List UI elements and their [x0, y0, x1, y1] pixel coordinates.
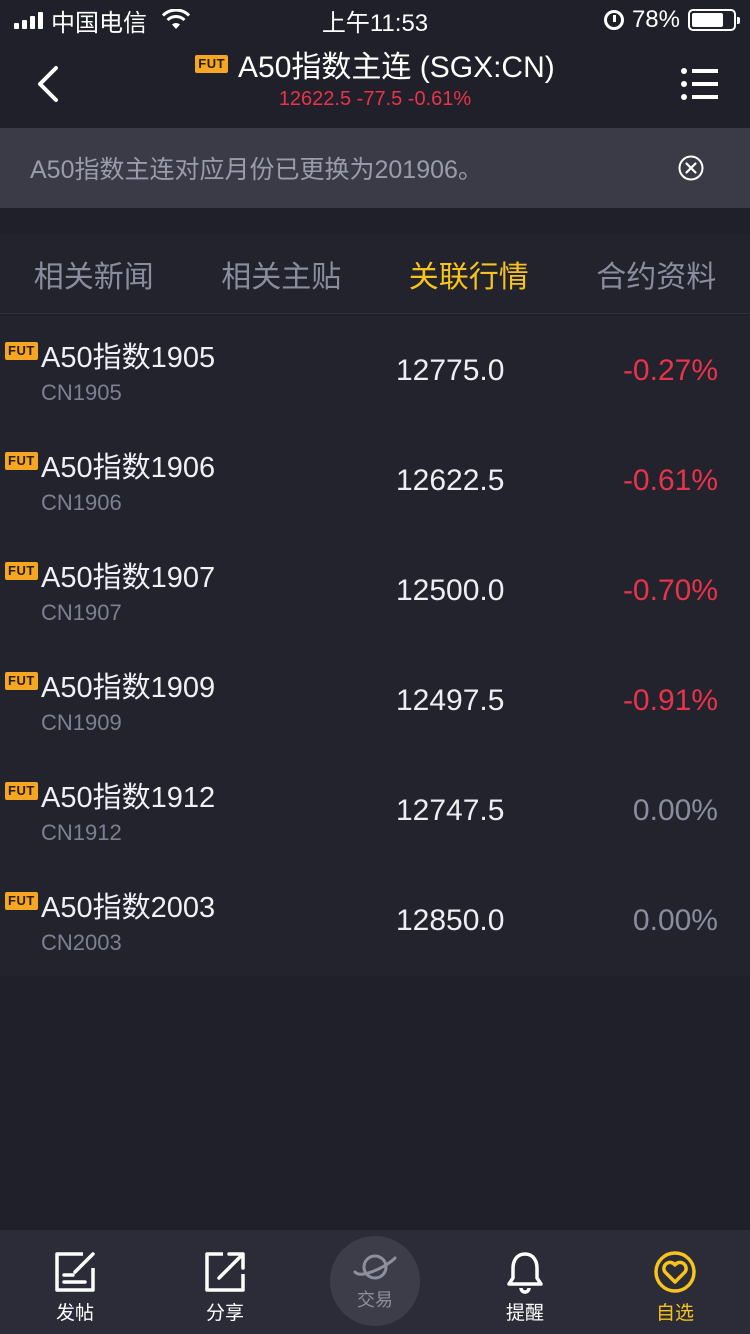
- post-label: 发帖: [55, 1303, 94, 1324]
- list-item[interactable]: FUT A50指数1906 CN1906 12622.5 -0.61%: [0, 426, 750, 536]
- fut-badge: FUT: [5, 342, 38, 360]
- tab-related-posts[interactable]: 相关主贴: [188, 234, 376, 313]
- compose-icon: [55, 1252, 95, 1292]
- contract-list: FUT A50指数1905 CN1905 12775.0 -0.27% FUT …: [0, 316, 750, 976]
- alarm-icon: [603, 10, 624, 30]
- status-right: 78%: [603, 6, 740, 34]
- contract-change: 0.00%: [632, 904, 718, 937]
- watchlist-button[interactable]: 自选: [600, 1230, 750, 1334]
- contract-price: 12775.0: [396, 354, 505, 387]
- list-item[interactable]: FUT A50指数1907 CN1907 12500.0 -0.70%: [0, 536, 750, 646]
- signal-icon: [14, 11, 43, 29]
- fut-badge: FUT: [5, 562, 38, 580]
- alert-button[interactable]: 提醒: [450, 1230, 600, 1334]
- share-button[interactable]: 分享: [150, 1230, 300, 1334]
- contract-code: CN2003: [41, 930, 122, 955]
- page-title-text: A50指数主连 (SGX:CN): [238, 51, 555, 84]
- planet-icon: [353, 1254, 397, 1280]
- battery-percent: 78%: [631, 6, 680, 33]
- post-button[interactable]: 发帖: [0, 1230, 150, 1334]
- tab-related-news[interactable]: 相关新闻: [0, 234, 188, 313]
- contract-name: A50指数1907: [41, 562, 216, 594]
- fut-badge: FUT: [5, 892, 38, 910]
- page-title: FUT A50指数主连 (SGX:CN): [0, 42, 750, 86]
- fut-badge: FUT: [5, 672, 38, 690]
- tab-bar: 相关新闻 相关主贴 关联行情 合约资料: [0, 234, 750, 314]
- quote-summary: 12622.5 -77.5 -0.61%: [278, 88, 472, 110]
- share-icon: [205, 1252, 245, 1292]
- contract-change: -0.91%: [622, 684, 718, 717]
- notice-banner: A50指数主连对应月份已更换为201906。: [0, 128, 750, 208]
- contract-change: 0.00%: [632, 794, 718, 827]
- bottom-tab-bar: 发帖 分享 交易 提醒 自选: [0, 1230, 750, 1334]
- contract-change: -0.70%: [622, 574, 718, 607]
- fut-badge: FUT: [195, 55, 229, 73]
- notice-text: A50指数主连对应月份已更换为201906。: [30, 156, 483, 184]
- contract-name: A50指数1909: [41, 672, 216, 704]
- share-label: 分享: [205, 1303, 244, 1324]
- contract-name: A50指数1906: [41, 452, 216, 484]
- alert-label: 提醒: [505, 1303, 544, 1324]
- contract-code: CN1909: [41, 710, 122, 735]
- contract-price: 12500.0: [396, 574, 505, 607]
- list-item[interactable]: FUT A50指数1912 CN1912 12747.5 0.00%: [0, 756, 750, 866]
- contract-code: CN1907: [41, 600, 122, 625]
- trade-button[interactable]: 交易: [300, 1230, 450, 1334]
- list-menu-icon[interactable]: [680, 66, 720, 102]
- watchlist-label: 自选: [655, 1303, 694, 1324]
- status-bar: 中国电信 上午11:53 78%: [0, 0, 750, 40]
- close-icon[interactable]: [678, 155, 704, 181]
- contract-change: -0.61%: [622, 464, 718, 497]
- contract-code: CN1905: [41, 380, 122, 405]
- heart-circle-icon: [654, 1251, 696, 1293]
- list-item[interactable]: FUT A50指数1905 CN1905 12775.0 -0.27%: [0, 316, 750, 426]
- battery-icon: [688, 9, 740, 31]
- contract-code: CN1906: [41, 490, 122, 515]
- contract-price: 12747.5: [396, 794, 505, 827]
- fut-badge: FUT: [5, 782, 38, 800]
- contract-code: CN1912: [41, 820, 122, 845]
- carrier-label: 中国电信: [51, 9, 147, 37]
- contract-name: A50指数1905: [41, 342, 216, 374]
- trade-label: 交易: [357, 1290, 393, 1310]
- list-item[interactable]: FUT A50指数1909 CN1909 12497.5 -0.91%: [0, 646, 750, 756]
- tab-contract-info[interactable]: 合约资料: [563, 234, 750, 313]
- list-item[interactable]: FUT A50指数2003 CN2003 12850.0 0.00%: [0, 866, 750, 976]
- contract-change: -0.27%: [622, 354, 718, 387]
- contract-price: 12622.5: [396, 464, 505, 497]
- contract-name: A50指数2003: [41, 892, 216, 924]
- bell-icon: [507, 1252, 543, 1294]
- trade-circle: 交易: [330, 1236, 420, 1326]
- contract-price: 12497.5: [396, 684, 505, 717]
- contract-name: A50指数1912: [41, 782, 216, 814]
- nav-header: FUT A50指数主连 (SGX:CN) 12622.5 -77.5 -0.61…: [0, 40, 750, 128]
- fut-badge: FUT: [5, 452, 38, 470]
- contract-price: 12850.0: [396, 904, 505, 937]
- wifi-icon: [161, 9, 191, 29]
- battery-level: [692, 13, 724, 27]
- status-left: 中国电信: [14, 3, 191, 38]
- tab-related-quotes[interactable]: 关联行情: [375, 234, 563, 313]
